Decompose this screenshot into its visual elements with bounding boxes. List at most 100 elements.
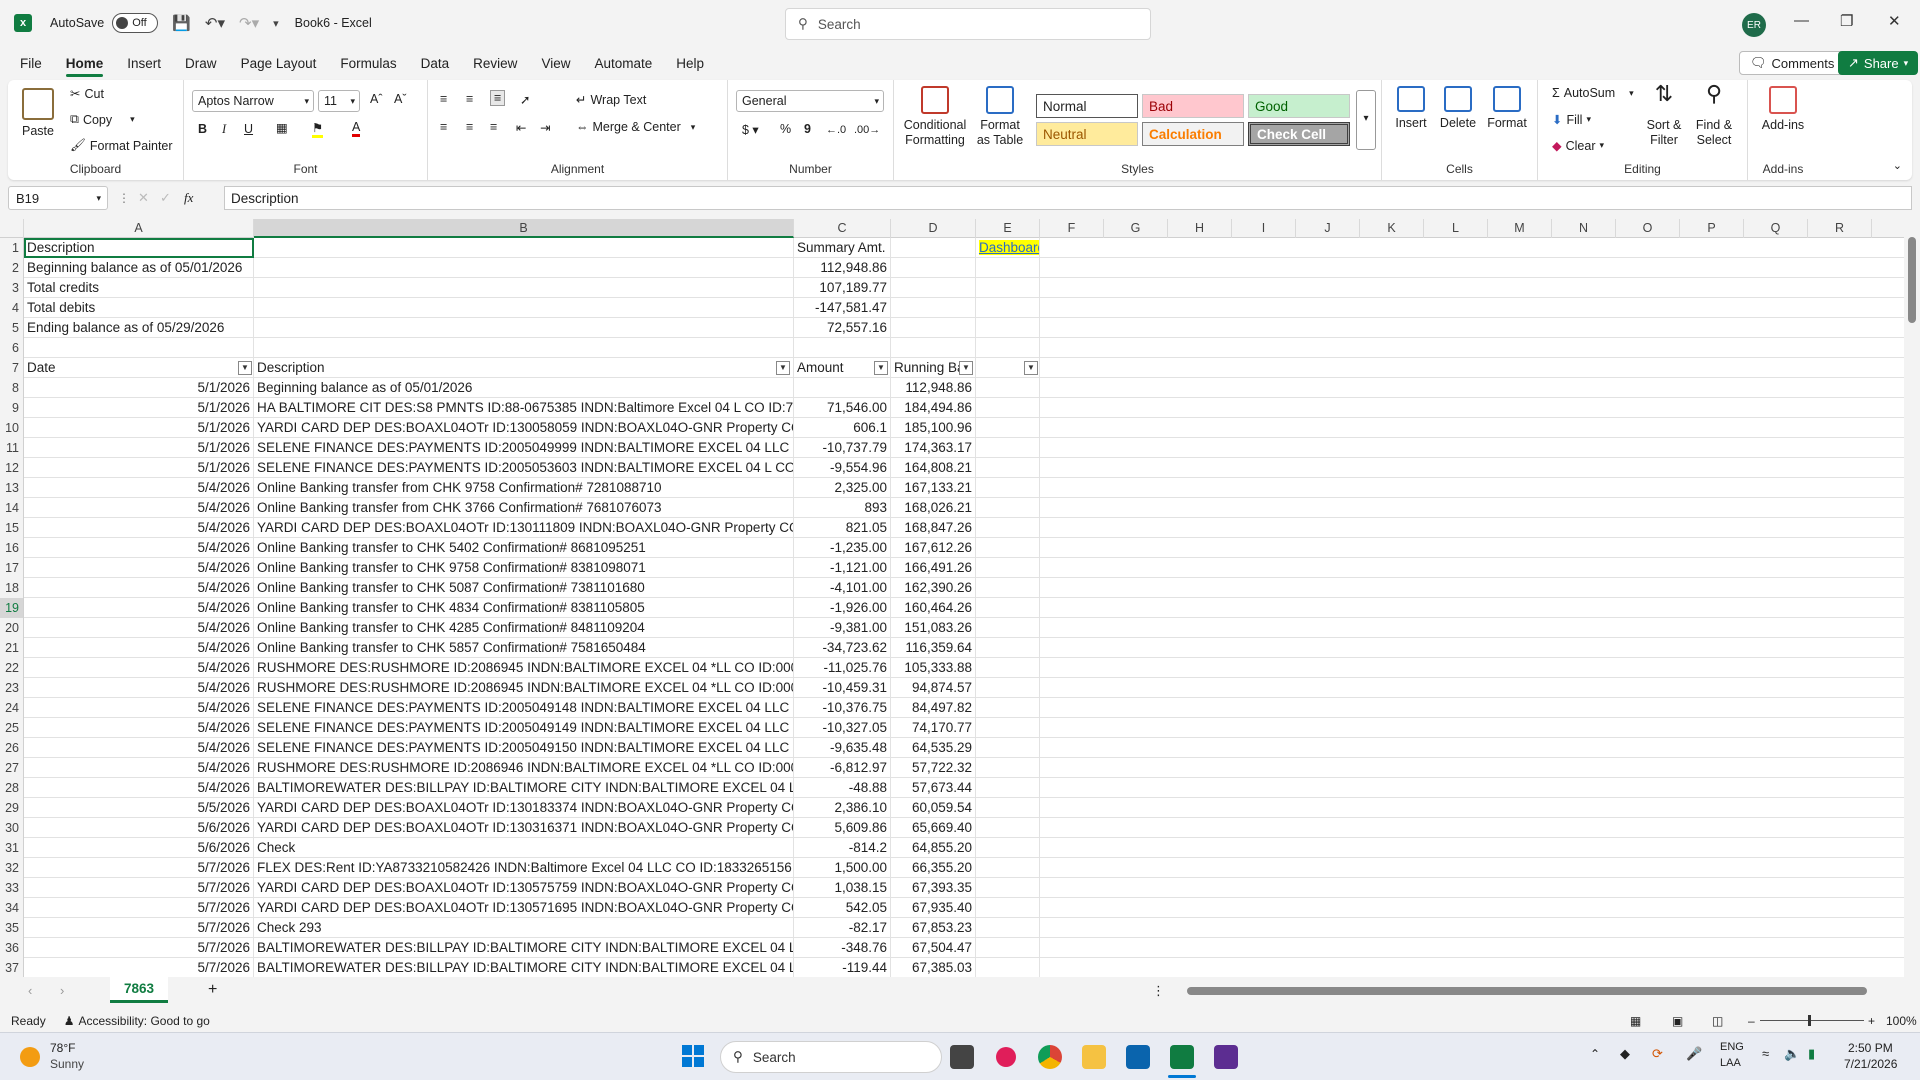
row-header[interactable]: 24 [0,698,24,718]
customize-qat-icon[interactable]: ▾ [273,17,279,30]
row-header[interactable]: 6 [0,338,24,358]
cell-c8[interactable] [794,378,891,398]
cell-e37[interactable] [976,958,1040,977]
formula-more-icon[interactable]: ⋮ [118,191,130,205]
cell-b12[interactable]: SELENE FINANCE DES:PAYMENTS ID:200505360… [254,458,794,478]
task-view-icon[interactable] [950,1045,974,1069]
cell-a8[interactable]: 5/1/2026 [24,378,254,398]
accessibility-status[interactable]: Accessibility: Good to go [78,1014,209,1028]
cell-e30[interactable] [976,818,1040,838]
cell-b21[interactable]: Online Banking transfer to CHK 5857 Conf… [254,638,794,658]
cell-b29[interactable]: YARDI CARD DEP DES:BOAXL04OTr ID:1301833… [254,798,794,818]
cell-a15[interactable]: 5/4/2026 [24,518,254,538]
tab-view[interactable]: View [529,46,582,80]
filter-dropdown-icon[interactable]: ▼ [1024,361,1038,375]
cell-c18[interactable]: -4,101.00 [794,578,891,598]
find-select-button[interactable]: ⚲ Find & Select [1690,83,1738,148]
cell-e13[interactable] [976,478,1040,498]
row-header[interactable]: 13 [0,478,24,498]
cell-b37[interactable]: BALTIMOREWATER DES:BILLPAY ID:BALTIMORE … [254,958,794,977]
delete-cells-button[interactable]: Delete [1436,86,1480,131]
column-header-o[interactable]: O [1616,219,1680,238]
style-normal[interactable]: Normal [1036,94,1138,118]
cell-a34[interactable]: 5/7/2026 [24,898,254,918]
cell-b32[interactable]: FLEX DES:Rent ID:YA8733210582426 INDN:Ba… [254,858,794,878]
cell-c2[interactable]: 112,948.86 [794,258,891,278]
cell-d9[interactable]: 184,494.86 [891,398,976,418]
clock-date[interactable]: 7/21/2026 [1844,1057,1897,1071]
cell-e32[interactable] [976,858,1040,878]
align-top-icon[interactable]: ≡ [440,92,447,106]
cell-a24[interactable]: 5/4/2026 [24,698,254,718]
column-header-j[interactable]: J [1296,219,1360,238]
cell-b15[interactable]: YARDI CARD DEP DES:BOAXL04OTr ID:1301118… [254,518,794,538]
italic-icon[interactable]: I [222,122,226,137]
row-header[interactable]: 28 [0,778,24,798]
cell-b22[interactable]: RUSHMORE DES:RUSHMORE ID:2086945 INDN:BA… [254,658,794,678]
wrap-text-button[interactable]: ↵ Wrap Text [576,92,646,108]
cell-c5[interactable]: 72,557.16 [794,318,891,338]
cell-a20[interactable]: 5/4/2026 [24,618,254,638]
cell-a32[interactable]: 5/7/2026 [24,858,254,878]
battery-icon[interactable]: ▮ [1808,1046,1815,1062]
cell-e8[interactable] [976,378,1040,398]
cell-d28[interactable]: 57,673.44 [891,778,976,798]
row-header[interactable]: 10 [0,418,24,438]
cell-a3[interactable]: Total credits [24,278,254,298]
cell-e16[interactable] [976,538,1040,558]
cell-d31[interactable]: 64,855.20 [891,838,976,858]
cell-a26[interactable]: 5/4/2026 [24,738,254,758]
cell-c34[interactable]: 542.05 [794,898,891,918]
cell-d34[interactable]: 67,935.40 [891,898,976,918]
cell-d32[interactable]: 66,355.20 [891,858,976,878]
cell-a21[interactable]: 5/4/2026 [24,638,254,658]
cell-d21[interactable]: 116,359.64 [891,638,976,658]
cell-b8[interactable]: Beginning balance as of 05/01/2026 [254,378,794,398]
cell-a33[interactable]: 5/7/2026 [24,878,254,898]
cell-b2[interactable] [254,258,794,278]
cell-a14[interactable]: 5/4/2026 [24,498,254,518]
taskbar-search[interactable]: ⚲ Search [720,1041,942,1073]
cell-a18[interactable]: 5/4/2026 [24,578,254,598]
cell-b18[interactable]: Online Banking transfer to CHK 5087 Conf… [254,578,794,598]
cell-e12[interactable] [976,458,1040,478]
cell-b34[interactable]: YARDI CARD DEP DES:BOAXL04OTr ID:1305716… [254,898,794,918]
insert-cells-button[interactable]: Insert [1390,86,1432,131]
cell-b27[interactable]: RUSHMORE DES:RUSHMORE ID:2086946 INDN:BA… [254,758,794,778]
cell-d25[interactable]: 74,170.77 [891,718,976,738]
cell-c32[interactable]: 1,500.00 [794,858,891,878]
weather-temp[interactable]: 78°F [50,1041,75,1055]
cell-d12[interactable]: 164,808.21 [891,458,976,478]
fill-button[interactable]: ⬇ Fill ▾ [1552,112,1591,128]
align-middle-icon[interactable]: ≡ [466,92,473,106]
column-header-r[interactable]: R [1808,219,1872,238]
cut-button[interactable]: ✂ Cut [70,86,104,102]
close-icon[interactable]: ✕ [1888,12,1901,30]
search-box[interactable]: ⚲ Search [785,8,1151,40]
dropbox-icon[interactable]: ◆ [1620,1046,1630,1062]
cell-b17[interactable]: Online Banking transfer to CHK 9758 Conf… [254,558,794,578]
cell-b24[interactable]: SELENE FINANCE DES:PAYMENTS ID:200504914… [254,698,794,718]
file-explorer-icon[interactable] [1082,1045,1106,1069]
tab-review[interactable]: Review [461,46,529,80]
filter-dropdown-icon[interactable]: ▼ [776,361,790,375]
cell-a30[interactable]: 5/6/2026 [24,818,254,838]
cell-d24[interactable]: 84,497.82 [891,698,976,718]
column-header-h[interactable]: H [1168,219,1232,238]
cell-a6[interactable] [24,338,254,358]
cell-c16[interactable]: -1,235.00 [794,538,891,558]
row-header[interactable]: 35 [0,918,24,938]
weather-desc[interactable]: Sunny [50,1057,84,1071]
cell-c35[interactable]: -82.17 [794,918,891,938]
cell-a5[interactable]: Ending balance as of 05/29/2026 [24,318,254,338]
addins-button[interactable]: Add-ins [1756,86,1810,133]
cell-e14[interactable] [976,498,1040,518]
cell-a31[interactable]: 5/6/2026 [24,838,254,858]
cell-d14[interactable]: 168,026.21 [891,498,976,518]
row-header[interactable]: 8 [0,378,24,398]
cell-c26[interactable]: -9,635.48 [794,738,891,758]
cell-a27[interactable]: 5/4/2026 [24,758,254,778]
cell-d2[interactable] [891,258,976,278]
tab-file[interactable]: File [8,46,54,80]
row-header[interactable]: 25 [0,718,24,738]
